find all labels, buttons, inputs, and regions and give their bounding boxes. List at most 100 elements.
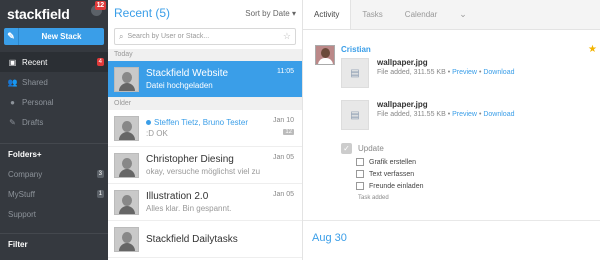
checkbox-icon[interactable]: ✓	[341, 143, 352, 154]
file-name: wallpaper.jpg	[377, 58, 428, 67]
group-label-older: Older	[108, 98, 302, 110]
preview-link[interactable]: Preview	[452, 111, 477, 118]
pencil-icon: ✎	[4, 28, 19, 45]
sidebar-nav: ▣ Recent 4 👥 Shared ● Personal ✎ Drafts …	[0, 52, 108, 254]
avatar	[114, 66, 139, 92]
folders-header: Folders +	[0, 144, 108, 164]
sidebar-item-label: Shared	[22, 77, 48, 87]
group-label-today: Today	[108, 49, 302, 61]
sidebar-item-company[interactable]: Company 3	[0, 164, 108, 184]
folders-header-label: Folders	[8, 149, 37, 159]
file-meta-text: File added, 311.55 KB •	[377, 69, 453, 76]
task-item-label: Text verfassen	[369, 170, 415, 178]
sidebar-item-label: Drafts	[22, 117, 44, 127]
notification-badge[interactable]: 12	[94, 1, 106, 10]
sidebar-item-label: MyStuff	[8, 189, 35, 199]
avatar	[114, 189, 139, 215]
item-subtitle: :D OK	[146, 129, 168, 138]
task-footer: Task added	[358, 195, 389, 201]
checkbox[interactable]	[356, 158, 364, 166]
item-title: Stackfield Website	[146, 68, 229, 79]
tab-activity[interactable]: Activity	[303, 0, 352, 29]
file-name: wallpaper.jpg	[377, 100, 428, 109]
checkbox[interactable]	[356, 170, 364, 178]
image-file-icon[interactable]: ▤	[341, 100, 369, 130]
filter-header: Filter	[0, 234, 108, 254]
sort-dropdown[interactable]: Sort by Date ▾	[245, 9, 296, 18]
sidebar-item-label: Recent	[22, 57, 48, 67]
date-separator: Aug 30	[303, 220, 600, 244]
list-item[interactable]: Stackfield Dailytasks	[108, 221, 302, 258]
user-icon: ●	[10, 97, 15, 107]
sidebar-item-label: Support	[8, 209, 37, 219]
star-icon[interactable]: ★	[588, 44, 597, 55]
users-icon: 👥	[7, 77, 18, 87]
filter-header-label: Filter	[8, 239, 28, 249]
item-date: 11:05	[277, 68, 294, 75]
unread-dot-icon	[146, 120, 151, 126]
post-author[interactable]: Cristian	[341, 45, 371, 54]
preview-link[interactable]: Preview	[452, 69, 477, 76]
add-folder-icon[interactable]: +	[37, 150, 42, 159]
sidebar-item-recent[interactable]: ▣ Recent 4	[0, 52, 108, 72]
file-meta-text: File added, 311.55 KB •	[377, 111, 453, 118]
sidebar-item-shared[interactable]: 👥 Shared	[0, 72, 108, 92]
comment-count-badge: 12	[283, 129, 294, 135]
list-item[interactable]: Christopher Diesing okay, versuche mögli…	[108, 147, 302, 184]
task-item-label: Grafik erstellen	[369, 158, 417, 166]
image-file-icon[interactable]: ▤	[341, 58, 369, 88]
tab-calendar[interactable]: Calendar	[394, 0, 448, 29]
checkbox[interactable]	[356, 182, 364, 190]
tab-tasks[interactable]: Tasks	[351, 0, 393, 29]
detail-tabs: Activity Tasks Calendar ⌄	[303, 0, 600, 30]
sidebar: stackfield 12 ✎ New Stack ▣ Recent 4 👥 S…	[0, 0, 108, 260]
search-placeholder: Search by User or Stack...	[127, 33, 210, 40]
folder-count-badge: 3	[96, 170, 104, 178]
avatar	[315, 45, 335, 65]
file-meta: File added, 311.55 KB • Preview • Downlo…	[377, 111, 514, 118]
task-item-label: Freunde einladen	[369, 182, 424, 190]
item-subtitle: Alles klar. Bin gespannt.	[146, 204, 232, 213]
sidebar-item-label: Personal	[22, 97, 54, 107]
search-input[interactable]: ⌕ Search by User or Stack... ☆	[114, 28, 296, 45]
task-checklist-item[interactable]: Text verfassen	[356, 170, 581, 178]
chevron-down-icon: ▾	[291, 8, 296, 18]
recent-count-badge: 4	[96, 58, 104, 66]
item-title-text: Steffen Tietz, Bruno Tester	[154, 118, 248, 127]
tab-more-dropdown[interactable]: ⌄	[448, 0, 478, 29]
task-block: ✓ Update Grafik erstellen Text verfassen…	[341, 143, 581, 201]
sidebar-item-drafts[interactable]: ✎ Drafts	[0, 112, 108, 132]
item-title: Stackfield Dailytasks	[146, 233, 238, 245]
sidebar-item-mystuff[interactable]: MyStuff 1	[0, 184, 108, 204]
recent-header: Recent (5) Sort by Date ▾	[108, 0, 302, 26]
item-date: Jan 05	[272, 191, 294, 198]
avatar	[114, 152, 139, 178]
new-stack-label: New Stack	[41, 32, 82, 41]
search-icon: ⌕	[119, 31, 124, 41]
sidebar-item-label: Company	[8, 169, 43, 179]
avatar	[114, 226, 139, 252]
task-header: ✓ Update	[341, 143, 581, 154]
file-attachment: ▤ wallpaper.jpg File added, 311.55 KB • …	[341, 58, 581, 90]
avatar	[114, 115, 139, 141]
download-link[interactable]: Download	[483, 111, 514, 118]
list-item[interactable]: Steffen Tietz, Bruno Tester :D OK Jan 10…	[108, 110, 302, 147]
item-subtitle: okay, versuche möglichst viel zu	[146, 167, 261, 176]
download-link[interactable]: Download	[483, 69, 514, 76]
pencil-icon: ✎	[9, 117, 16, 127]
folder-count-badge: 1	[96, 190, 104, 198]
sidebar-item-support[interactable]: Support	[0, 204, 108, 224]
task-checklist-item[interactable]: Grafik erstellen	[356, 158, 581, 166]
list-item[interactable]: Stackfield Website Datei hochgeladen 11:…	[108, 61, 302, 98]
detail-panel: Activity Tasks Calendar ⌄ Cristian ★ ▤ w…	[303, 0, 600, 260]
item-subtitle: Datei hochgeladen	[146, 81, 213, 90]
file-meta: File added, 311.55 KB • Preview • Downlo…	[377, 69, 514, 76]
brand-logo[interactable]: stackfield 12	[0, 0, 108, 26]
task-checklist-item[interactable]: Freunde einladen	[356, 182, 581, 190]
item-date: Jan 10	[272, 117, 294, 124]
recent-title: Recent (5)	[114, 6, 171, 20]
list-item[interactable]: Illustration 2.0 Alles klar. Bin gespann…	[108, 184, 302, 221]
star-icon[interactable]: ☆	[283, 31, 291, 42]
new-stack-button[interactable]: ✎ New Stack	[4, 28, 104, 45]
sidebar-item-personal[interactable]: ● Personal	[0, 92, 108, 112]
